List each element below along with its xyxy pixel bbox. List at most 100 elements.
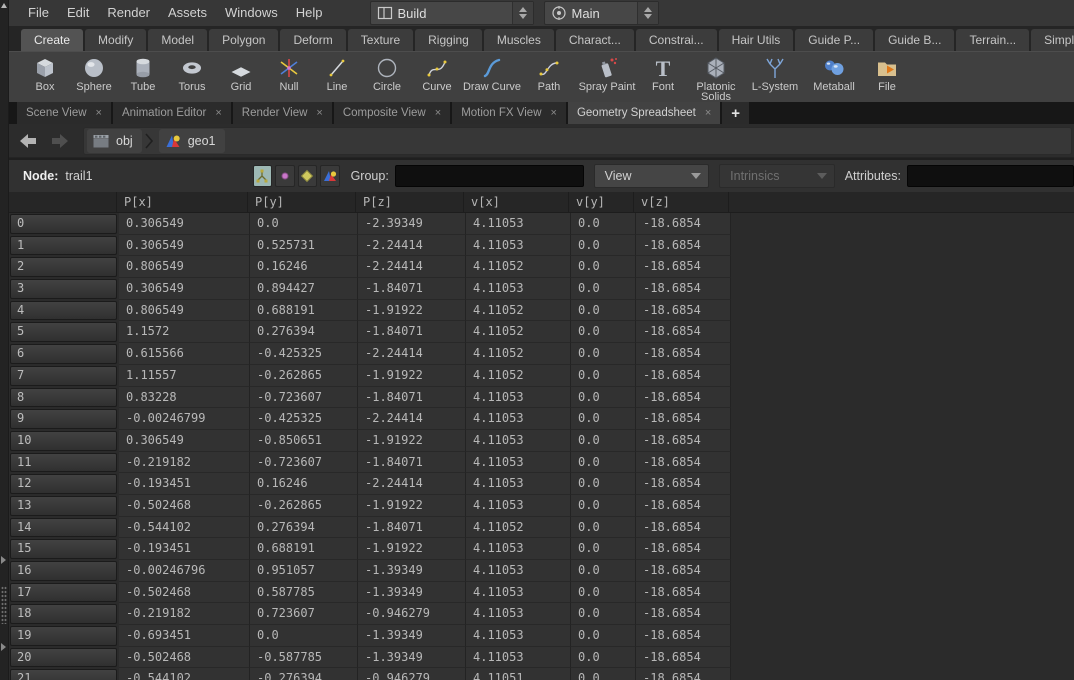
cell-v-x-row-14: 4.11052 <box>466 517 571 539</box>
cell-v-z-row-6: -18.6854 <box>636 343 731 365</box>
tool-circle[interactable]: Circle <box>361 52 413 92</box>
shelf-tab-rigging[interactable]: Rigging <box>415 29 482 51</box>
pane-tab-composite-view[interactable]: Composite View× <box>334 102 450 124</box>
shelf-tab-model[interactable]: Model <box>148 29 207 51</box>
forward-arrow-icon[interactable] <box>47 130 73 152</box>
tool-file[interactable]: File <box>863 52 911 92</box>
desktop-selector[interactable]: Build <box>370 1 534 25</box>
tool-font[interactable]: TFont <box>639 52 687 92</box>
shelf-tab-deform[interactable]: Deform <box>280 29 345 51</box>
menu-edit[interactable]: Edit <box>58 0 98 26</box>
attributes-input[interactable] <box>907 165 1074 187</box>
tool-curve[interactable]: Curve <box>413 52 461 92</box>
tool-box[interactable]: Box <box>21 52 69 92</box>
shelf-tab-muscles[interactable]: Muscles <box>484 29 554 51</box>
tool-line[interactable]: Line <box>313 52 361 92</box>
cell-v-y-row-0: 0.0 <box>571 213 636 235</box>
shelf-tab-guide-p[interactable]: Guide P... <box>795 29 873 51</box>
tool-l-system[interactable]: L-System <box>745 52 805 92</box>
menu-bar: FileEditRenderAssetsWindowsHelp Build Ma… <box>9 0 1074 26</box>
radial-menu-spinner[interactable] <box>637 2 658 24</box>
add-pane-tab-button[interactable]: + <box>722 102 749 124</box>
tool-label: Tube <box>131 82 156 92</box>
primitives-mode-icon[interactable] <box>298 165 318 187</box>
intrinsics-dropdown[interactable]: Intrinsics <box>719 164 835 188</box>
cell-p-x-row-5: 1.1572 <box>119 321 250 343</box>
shelf-tab-modify[interactable]: Modify <box>85 29 146 51</box>
shelf-tab-polygon[interactable]: Polygon <box>209 29 278 51</box>
cell-v-z-row-18: -18.6854 <box>636 603 731 625</box>
tool-label: File <box>878 82 896 92</box>
tool-platonic-solids[interactable]: Platonic Solids <box>687 52 745 102</box>
cell-p-x-row-3: 0.306549 <box>119 278 250 300</box>
close-icon[interactable]: × <box>551 107 557 119</box>
tool-draw-curve[interactable]: Draw Curve <box>461 52 523 92</box>
spreadsheet-body[interactable]: 00.3065490.0-2.393494.110530.0-18.685410… <box>9 213 1074 680</box>
shelf-tab-create[interactable]: Create <box>21 29 83 51</box>
menu-windows[interactable]: Windows <box>216 0 287 26</box>
cell-v-z-row-0: -18.6854 <box>636 213 731 235</box>
follow-node-tree-button[interactable] <box>253 165 273 187</box>
tool-tube[interactable]: Tube <box>119 52 167 92</box>
points-mode-icon[interactable] <box>275 165 295 187</box>
tool-metaball[interactable]: Metaball <box>805 52 863 92</box>
pane-expand-up-icon[interactable] <box>1 3 7 8</box>
pane-tab-geometry-spreadsheet[interactable]: Geometry Spreadsheet× <box>568 102 720 124</box>
pane-tab-label: Render View <box>242 107 308 119</box>
tool-spray-paint[interactable]: Spray Paint <box>575 52 639 92</box>
pane-splitter-strip[interactable] <box>0 0 9 680</box>
shelf-tab-terrain[interactable]: Terrain... <box>956 29 1029 51</box>
row-filler <box>731 473 1074 495</box>
cell-v-x-row-10: 4.11053 <box>466 430 571 452</box>
shelf-tab-texture[interactable]: Texture <box>348 29 413 51</box>
tool-null[interactable]: Null <box>265 52 313 92</box>
menu-assets[interactable]: Assets <box>159 0 216 26</box>
cell-p-z-row-12: -2.24414 <box>358 473 466 495</box>
cell-p-x-row-13: -0.502468 <box>119 495 250 517</box>
desktop-selector-label: Build <box>398 6 512 21</box>
shelf-tab-constrai[interactable]: Constrai... <box>636 29 717 51</box>
menu-file[interactable]: File <box>19 0 58 26</box>
group-input[interactable] <box>395 165 584 187</box>
cell-p-x-row-21: -0.544102 <box>119 668 250 680</box>
cell-v-x-row-21: 4.11051 <box>466 668 571 680</box>
cell-v-z-row-2: -18.6854 <box>636 256 731 278</box>
row-number: 13 <box>10 496 117 516</box>
tool-grid[interactable]: Grid <box>217 52 265 92</box>
header-cell-v-z: v[z] <box>634 192 729 212</box>
menu-help[interactable]: Help <box>287 0 332 26</box>
path-segment-geo1[interactable]: geo1 <box>159 129 225 153</box>
tool-sphere[interactable]: Sphere <box>69 52 119 92</box>
close-icon[interactable]: × <box>705 107 711 119</box>
close-icon[interactable]: × <box>215 107 221 119</box>
menu-render[interactable]: Render <box>98 0 159 26</box>
pane-tab-animation-editor[interactable]: Animation Editor× <box>113 102 231 124</box>
tool-torus[interactable]: Torus <box>167 52 217 92</box>
shelf-tab-hair-utils[interactable]: Hair Utils <box>719 29 794 51</box>
path-segment-obj[interactable]: obj <box>87 129 142 153</box>
view-dropdown[interactable]: View <box>594 164 710 188</box>
splitter-grip-handle[interactable] <box>1 586 7 624</box>
cell-p-z-row-13: -1.91922 <box>358 495 466 517</box>
cell-v-z-row-1: -18.6854 <box>636 235 731 257</box>
pane-tab-scene-view[interactable]: Scene View× <box>17 102 111 124</box>
close-icon[interactable]: × <box>316 107 322 119</box>
pane-expand-right-icon[interactable] <box>1 643 6 651</box>
pane-tab-render-view[interactable]: Render View × <box>233 102 332 124</box>
desktop-selector-spinner[interactable] <box>512 2 533 24</box>
radial-menu-selector[interactable]: Main <box>544 1 659 25</box>
close-icon[interactable]: × <box>435 107 441 119</box>
cell-v-x-row-20: 4.11053 <box>466 647 571 669</box>
houdini-window: FileEditRenderAssetsWindowsHelp Build Ma… <box>0 0 1074 680</box>
shelf-tab-simple-fx[interactable]: Simple FX <box>1031 29 1074 51</box>
geometry-mode-icon[interactable] <box>320 165 340 187</box>
row-filler <box>731 408 1074 430</box>
back-arrow-icon[interactable] <box>15 130 41 152</box>
pane-tab-motion-fx-view[interactable]: Motion FX View× <box>452 102 566 124</box>
pane-expand-right-icon[interactable] <box>1 556 6 564</box>
close-icon[interactable]: × <box>96 107 102 119</box>
cell-p-y-row-13: -0.262865 <box>250 495 358 517</box>
shelf-tab-charact[interactable]: Charact... <box>556 29 634 51</box>
tool-path[interactable]: Path <box>523 52 575 92</box>
shelf-tab-guide-b[interactable]: Guide B... <box>875 29 954 51</box>
